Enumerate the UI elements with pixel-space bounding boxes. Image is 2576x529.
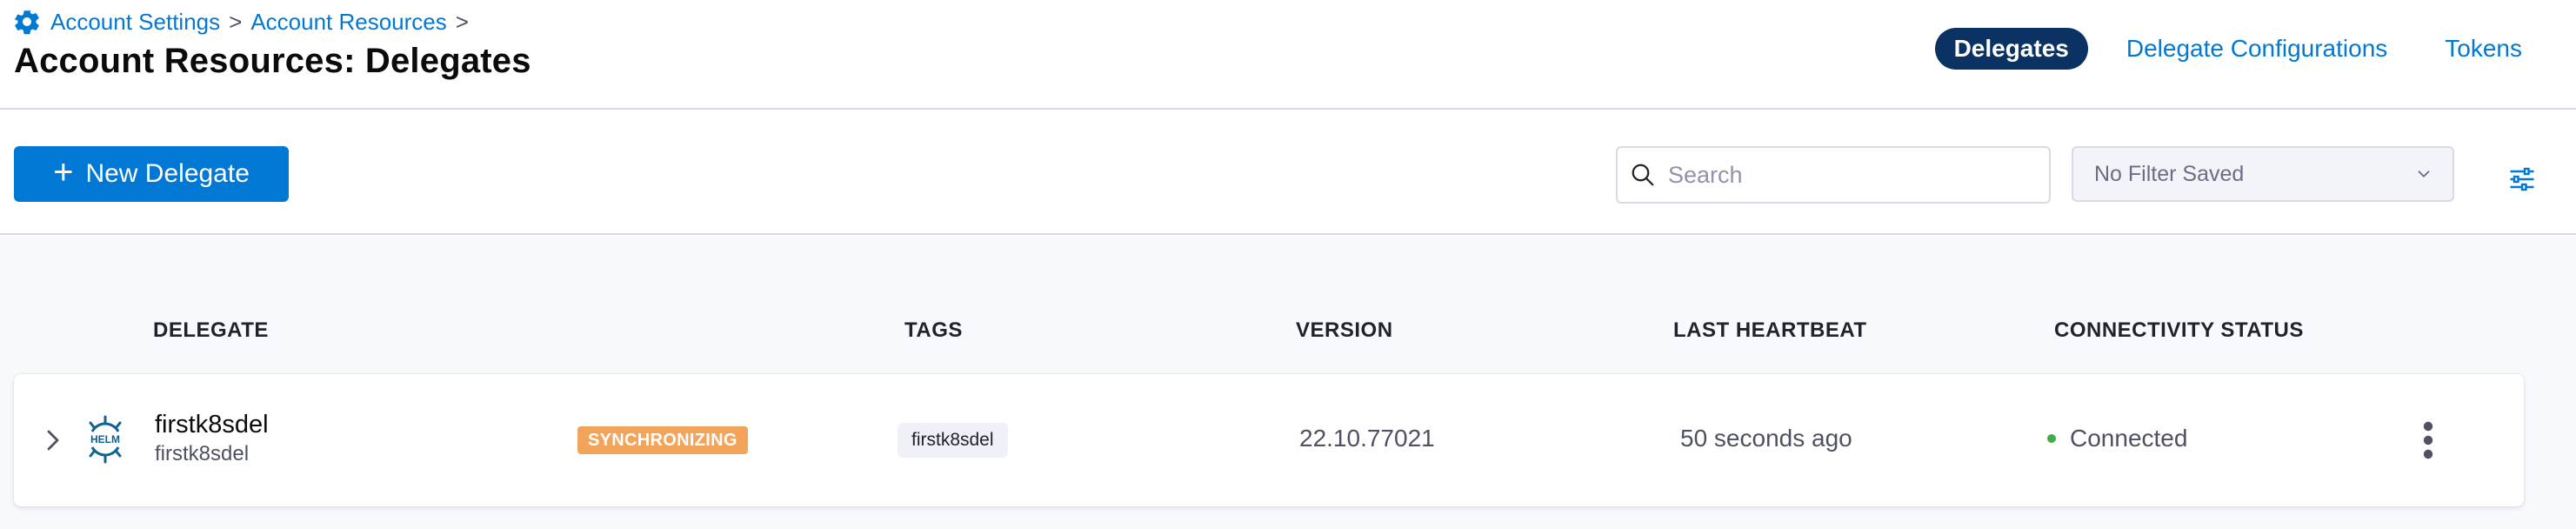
tab-tokens[interactable]: Tokens (2426, 28, 2541, 70)
column-header-tags[interactable]: TAGS (904, 318, 963, 343)
helm-icon: HELM (89, 415, 122, 464)
last-heartbeat: 50 seconds ago (1680, 425, 1852, 452)
delegate-version: 22.10.77021 (1299, 425, 1435, 452)
tab-delegate-configurations[interactable]: Delegate Configurations (2107, 28, 2406, 70)
status-dot-icon (2047, 434, 2056, 443)
breadcrumb-separator: > (229, 8, 243, 35)
gear-icon (15, 10, 39, 35)
plus-icon: + (53, 153, 74, 191)
helm-logo-text: HELM (90, 433, 120, 445)
more-options-icon[interactable] (2416, 421, 2440, 459)
column-header-delegate[interactable]: DELEGATE (153, 318, 269, 343)
toolbar: + New Delegate No Filter Saved (0, 111, 2576, 235)
search-box[interactable] (1616, 146, 2051, 204)
status-badge: SYNCHRONIZING (577, 426, 748, 454)
page-header: Account Settings > Account Resources > A… (0, 0, 2576, 110)
delegate-name[interactable]: firstk8sdel (155, 411, 269, 439)
column-header-version[interactable]: VERSION (1296, 318, 1393, 343)
breadcrumb-separator: > (455, 8, 469, 35)
delegate-subname: firstk8sdel (155, 442, 250, 465)
column-header-connectivity-status[interactable]: CONNECTIVITY STATUS (2054, 318, 2304, 343)
connectivity-status-text: Connected (2070, 425, 2188, 452)
breadcrumb-account-settings[interactable]: Account Settings (50, 9, 220, 36)
saved-filter-select[interactable]: No Filter Saved (2072, 146, 2454, 202)
resource-tabs: Delegates Delegate Configurations Tokens (1934, 28, 2541, 70)
connectivity-status: Connected (2047, 425, 2187, 452)
search-input[interactable] (1668, 161, 2033, 189)
chevron-down-icon (2418, 171, 2430, 177)
search-icon (1632, 164, 1654, 186)
filter-settings-icon[interactable] (2506, 164, 2538, 195)
new-delegate-button[interactable]: + New Delegate (14, 146, 289, 202)
breadcrumb-account-resources[interactable]: Account Resources (250, 9, 446, 36)
tag-chip: firstk8sdel (898, 423, 1008, 458)
saved-filter-value: No Filter Saved (2094, 161, 2245, 186)
column-header-last-heartbeat[interactable]: LAST HEARTBEAT (1673, 318, 1867, 343)
page-title: Account Resources: Delegates (14, 42, 531, 80)
new-delegate-label: New Delegate (85, 159, 250, 188)
tab-delegates[interactable]: Delegates (1934, 28, 2088, 70)
chevron-right-icon[interactable] (40, 425, 66, 456)
breadcrumb: Account Settings > Account Resources > (12, 7, 477, 37)
